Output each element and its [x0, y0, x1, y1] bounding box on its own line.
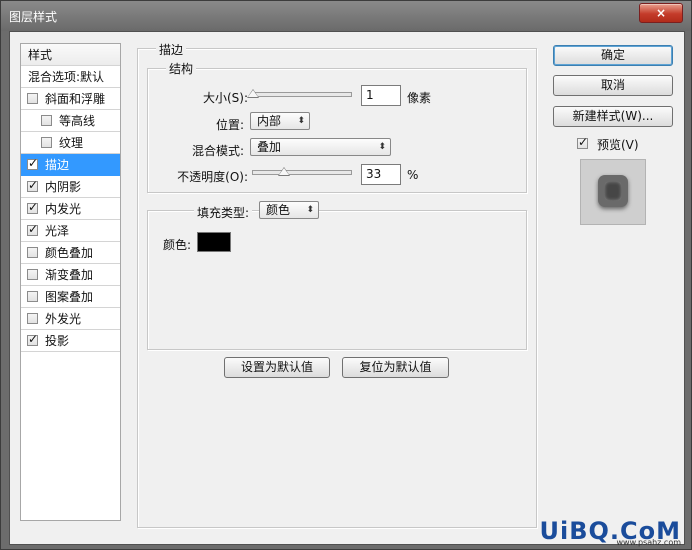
fill-type-label: 填充类型: [194, 204, 253, 221]
position-label: 位置: [215, 118, 244, 132]
style-item[interactable]: ✓ 内发光 [21, 198, 120, 220]
preview-checkbox[interactable]: ✓ [577, 135, 589, 149]
style-item[interactable]: 外发光 [21, 308, 120, 330]
size-slider-thumb[interactable] [246, 89, 259, 98]
style-item[interactable]: ✓ 内阴影 [21, 176, 120, 198]
style-item-label: 渐变叠加 [45, 268, 94, 282]
dialog-body: 样式 混合选项:默认 斜面和浮雕 等高线 纹理 ✓ 描边 ✓ 内阴影 ✓ 内发光 ✓ 光泽 颜色叠加渐… [9, 31, 685, 545]
size-input[interactable]: 1 [361, 85, 401, 106]
opacity-slider[interactable] [252, 170, 352, 175]
opacity-slider-thumb[interactable] [278, 167, 291, 176]
style-preview [580, 159, 646, 225]
styles-header-label: 样式 [28, 48, 53, 62]
checkmark-icon: ✓ [28, 178, 39, 192]
preview-label: 预览(V) [597, 138, 639, 152]
preview-thumbnail [598, 175, 628, 207]
title-bar[interactable]: 图层样式 × [1, 1, 691, 31]
checkmark-icon: ✓ [28, 200, 39, 214]
blend-options-item[interactable]: 混合选项:默认 [21, 66, 120, 88]
size-unit: 像素 [407, 91, 432, 105]
style-item-label: 描边 [45, 158, 70, 172]
style-item-label: 内阴影 [45, 180, 82, 194]
blend-mode-label: 混合模式: [191, 144, 244, 158]
checkmark-icon: ✓ [28, 156, 39, 170]
site-watermark: UiBQ.CoM www.psahz.com [539, 517, 681, 547]
style-item[interactable]: 图案叠加 [21, 286, 120, 308]
size-label: 大小(S): [202, 91, 248, 105]
style-item-checkbox[interactable]: ✓ [27, 178, 39, 192]
watermark-url: www.psahz.com [616, 538, 681, 547]
layer-style-dialog: 图层样式 × 样式 混合选项:默认 斜面和浮雕 等高线 纹理 ✓ 描边 ✓ 内阴影 ✓ 内发光 ✓… [0, 0, 692, 550]
size-slider[interactable] [252, 92, 352, 97]
position-select[interactable]: 内部 ⬍ [250, 112, 310, 130]
style-item-checkbox[interactable] [27, 93, 38, 104]
close-button[interactable]: × [639, 3, 683, 23]
color-label: 颜色: [163, 238, 192, 252]
style-item[interactable]: 纹理 [21, 132, 120, 154]
style-item-checkbox[interactable] [27, 247, 38, 258]
style-item-checkbox[interactable] [27, 269, 38, 280]
style-item-checkbox[interactable]: ✓ [27, 200, 39, 214]
blend-mode-select[interactable]: 叠加 ⬍ [250, 138, 391, 156]
window-title: 图层样式 [9, 10, 58, 24]
style-item[interactable]: 等高线 [21, 110, 120, 132]
reset-default-button[interactable]: 复位为默认值 [342, 357, 449, 378]
style-item-label: 斜面和浮雕 [45, 92, 106, 106]
fill-type-group [147, 210, 527, 350]
style-item-checkbox[interactable] [27, 291, 38, 302]
style-item-checkbox[interactable] [41, 115, 52, 126]
opacity-label: 不透明度(O): [177, 170, 248, 184]
style-item[interactable]: ✓ 光泽 [21, 220, 120, 242]
style-item-label: 等高线 [59, 114, 96, 128]
position-value: 内部 [257, 114, 282, 128]
style-item-label: 图案叠加 [45, 290, 94, 304]
style-item[interactable]: 斜面和浮雕 [21, 88, 120, 110]
style-item-checkbox[interactable] [41, 137, 52, 148]
structure-title: 结构 [166, 60, 197, 77]
stroke-section-title: 描边 [156, 41, 187, 58]
style-item[interactable]: 渐变叠加 [21, 264, 120, 286]
style-item[interactable]: ✓ 描边 [21, 154, 120, 176]
cancel-button[interactable]: 取消 [553, 75, 673, 96]
blend-mode-dropdown-icon: ⬍ [378, 142, 386, 152]
fill-type-select[interactable]: 颜色 ⬍ [259, 201, 319, 219]
style-item-label: 光泽 [45, 224, 70, 238]
color-swatch[interactable] [197, 232, 231, 252]
checkmark-icon: ✓ [578, 135, 589, 149]
style-item-checkbox[interactable] [27, 313, 38, 324]
blend-options-label: 混合选项:默认 [28, 70, 105, 84]
checkmark-icon: ✓ [28, 222, 39, 236]
opacity-unit: % [407, 168, 419, 182]
new-style-button[interactable]: 新建样式(W)... [553, 106, 673, 127]
style-item-label: 纹理 [59, 136, 84, 150]
style-item-checkbox[interactable]: ✓ [27, 332, 39, 346]
style-item-label: 颜色叠加 [45, 246, 94, 260]
fill-type-dropdown-icon: ⬍ [306, 205, 314, 215]
preview-thumbnail-inner [604, 181, 622, 201]
blend-mode-value: 叠加 [257, 140, 282, 154]
style-item-checkbox[interactable]: ✓ [27, 156, 39, 170]
position-dropdown-icon: ⬍ [297, 116, 305, 126]
style-item-checkbox[interactable]: ✓ [27, 222, 39, 236]
opacity-input[interactable]: 33 [361, 164, 401, 185]
style-item-label: 投影 [45, 334, 70, 348]
style-item-label: 内发光 [45, 202, 82, 216]
fill-type-value: 颜色 [266, 203, 291, 217]
checkmark-icon: ✓ [28, 332, 39, 346]
set-default-button[interactable]: 设置为默认值 [224, 357, 330, 378]
ok-button[interactable]: 确定 [553, 45, 673, 66]
style-item-label: 外发光 [45, 312, 82, 326]
styles-header[interactable]: 样式 [21, 44, 120, 66]
styles-list: 样式 混合选项:默认 斜面和浮雕等高线纹理 ✓ 描边 ✓ 内阴影 ✓ 内发光 ✓ 光泽颜色叠加渐… [20, 43, 121, 521]
style-item[interactable]: ✓ 投影 [21, 330, 120, 352]
style-item[interactable]: 颜色叠加 [21, 242, 120, 264]
